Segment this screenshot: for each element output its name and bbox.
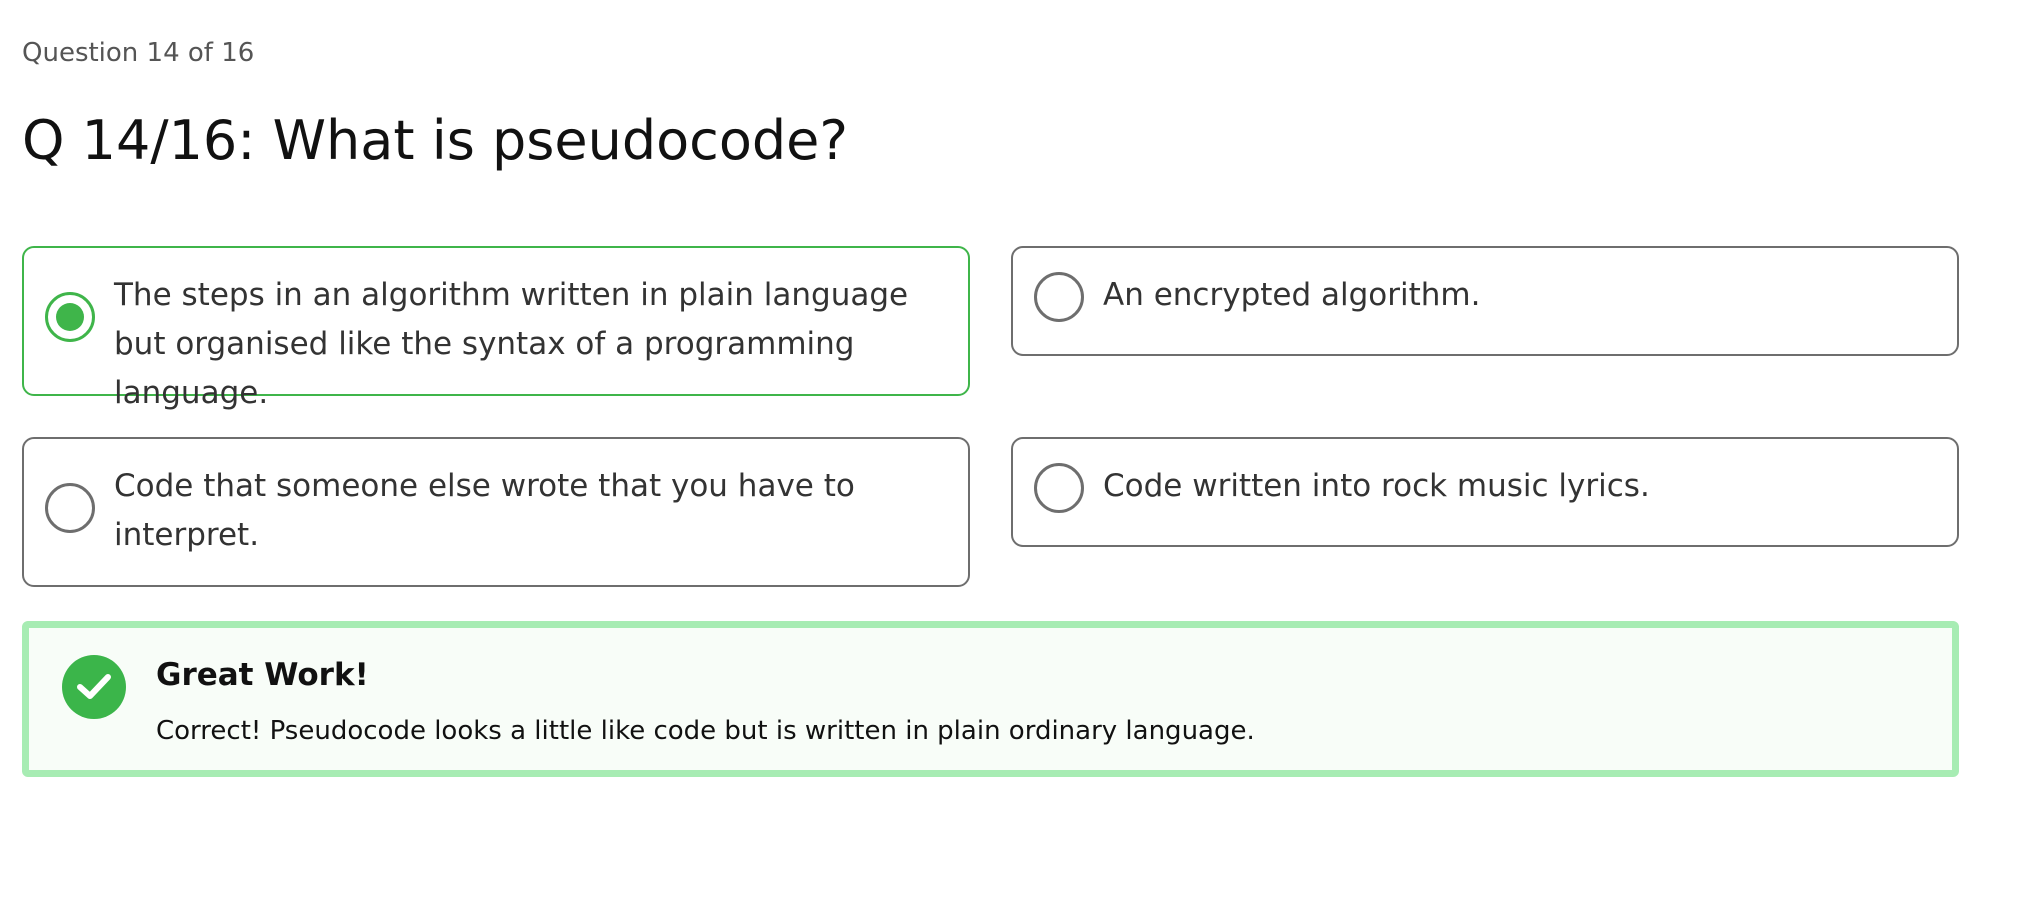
radio-selected-dot: [56, 303, 84, 331]
radio-button-selected[interactable]: [45, 292, 95, 342]
answer-option-2[interactable]: An encrypted algorithm.: [1011, 246, 1959, 356]
check-circle-icon: [62, 655, 126, 719]
answer-option-3[interactable]: Code that someone else wrote that you ha…: [22, 437, 970, 587]
answer-option-1[interactable]: The steps in an algorithm written in pla…: [22, 246, 970, 411]
answer-option-label: An encrypted algorithm.: [1103, 277, 1481, 313]
answer-option-4[interactable]: Code written into rock music lyrics.: [1011, 437, 1959, 547]
answer-option-label: Code written into rock music lyrics.: [1103, 468, 1650, 504]
feedback-panel: Great Work! Correct! Pseudocode looks a …: [22, 621, 1959, 777]
checkmark-icon: [77, 674, 111, 699]
answer-option-label: Code that someone else wrote that you ha…: [114, 468, 855, 553]
question-progress: Question 14 of 16: [22, 38, 255, 68]
radio-button[interactable]: [1034, 463, 1084, 513]
question-title: Q 14/16: What is pseudocode?: [22, 109, 849, 172]
radio-button[interactable]: [1034, 272, 1084, 322]
radio-button[interactable]: [45, 483, 95, 533]
answer-option-label: The steps in an algorithm written in pla…: [114, 277, 909, 411]
feedback-message: Correct! Pseudocode looks a little like …: [156, 716, 1255, 746]
feedback-title: Great Work!: [156, 657, 369, 693]
